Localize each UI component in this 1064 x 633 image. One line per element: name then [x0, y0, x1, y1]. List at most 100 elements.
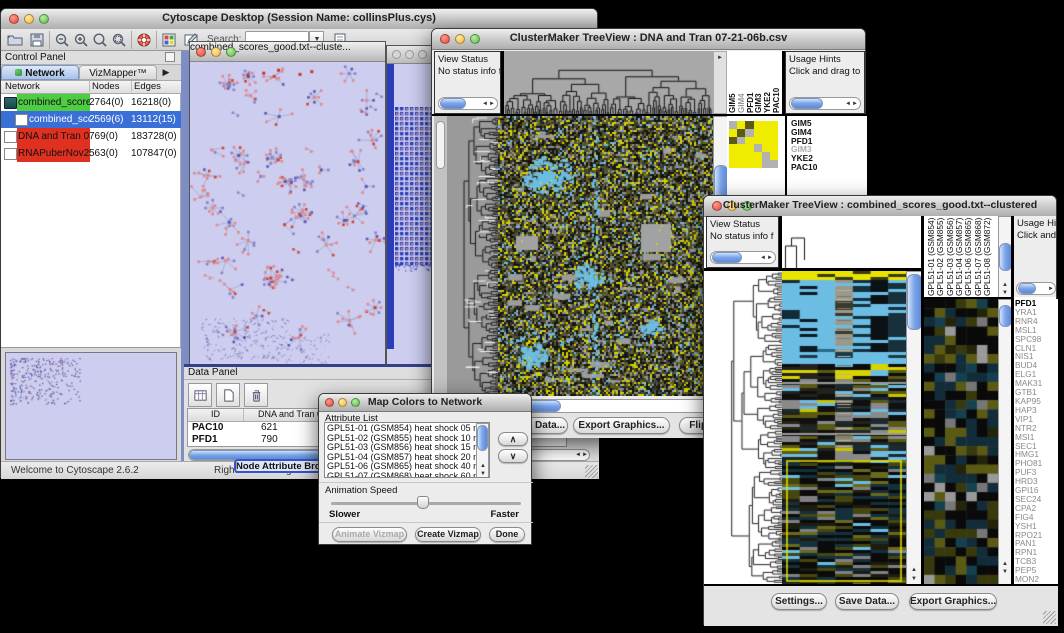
tv1-matrix-cell[interactable]: [745, 144, 753, 152]
tv1-matrix-cell[interactable]: [737, 160, 745, 168]
tv1-matrix-cell[interactable]: [754, 160, 762, 168]
tv2-gene-label[interactable]: BUD4: [1015, 361, 1058, 370]
col-network[interactable]: Network: [5, 81, 85, 92]
tv2-gene-label[interactable]: CLN1: [1015, 344, 1058, 353]
tv1-matrix-cell[interactable]: [737, 152, 745, 160]
scroll-right-icon[interactable]: ►: [1048, 286, 1054, 292]
scroll-left-icon[interactable]: ◄: [575, 452, 581, 458]
tv2-gene-label[interactable]: RPN1: [1015, 548, 1058, 557]
tv2-resize-grip[interactable]: [1043, 611, 1056, 624]
network-grid-canvas[interactable]: [395, 107, 435, 272]
save-session-icon[interactable]: [29, 32, 45, 48]
export-graphics-button[interactable]: Export Graphics...: [909, 593, 997, 610]
attribute-list-item[interactable]: GPL51-01 (GSM854) heat shock 05 min: [325, 424, 489, 434]
attribute-listbox[interactable]: GPL51-01 (GSM854) heat shock 05 minGPL51…: [324, 422, 490, 478]
tv1-matrix-cell[interactable]: [754, 129, 762, 137]
attribute-list-vscrollbar[interactable]: ▲ ▼: [476, 423, 489, 478]
col-nodes[interactable]: Nodes: [89, 81, 132, 92]
tv2-gene-label[interactable]: RPO21: [1015, 531, 1058, 540]
tv1-matrix-cell[interactable]: [729, 137, 737, 145]
scroll-right-icon[interactable]: ►: [582, 452, 588, 458]
network-list-row[interactable]: DNA and Tran 07769(0)183728(0): [1, 128, 181, 145]
float-panel-icon[interactable]: [165, 52, 175, 62]
scroll-right-icon[interactable]: ►: [852, 101, 858, 107]
tv2-gene-label[interactable]: CPA2: [1015, 504, 1058, 513]
tv1-matrix-cell[interactable]: [754, 152, 762, 160]
zoom-window-icon[interactable]: [418, 50, 427, 59]
save-data-button[interactable]: Save Data...: [835, 593, 899, 610]
tv2-gene-label[interactable]: MSI1: [1015, 433, 1058, 442]
attribute-list-item[interactable]: GPL51-06 (GSM865) heat shock 40 min: [325, 462, 489, 472]
tv2-gene-label[interactable]: SPC98: [1015, 335, 1058, 344]
minimize-icon[interactable]: [405, 50, 414, 59]
tv2-gene-label[interactable]: PHO81: [1015, 459, 1058, 468]
tv1-column-dendrogram[interactable]: [504, 51, 713, 114]
tv2-gene-label[interactable]: MON2: [1015, 575, 1058, 584]
network-overview-thumbnail[interactable]: [5, 352, 177, 460]
tv2-gene-label[interactable]: MSL1: [1015, 326, 1058, 335]
tv1-matrix-cell[interactable]: [737, 121, 745, 129]
tv2-gene-label[interactable]: RNR4: [1015, 317, 1058, 326]
minimize-icon[interactable]: [211, 47, 221, 57]
zoom-in-icon[interactable]: [73, 32, 89, 48]
tv1-zoom-matrix[interactable]: [729, 121, 779, 168]
tv2-gene-label[interactable]: GPI16: [1015, 486, 1058, 495]
scroll-up-icon[interactable]: ▲: [911, 567, 917, 573]
tv2-gene-label[interactable]: TCB3: [1015, 557, 1058, 566]
tv2-gene-label[interactable]: HMG1: [1015, 450, 1058, 459]
network-name[interactable]: DNA and Tran 07: [17, 128, 90, 145]
scroll-left-icon[interactable]: ◄: [845, 101, 851, 107]
attribute-list-item[interactable]: GPL51-04 (GSM857) heat shock 20 min: [325, 453, 489, 463]
tv2-gene-label[interactable]: GTB1: [1015, 388, 1058, 397]
tv1-matrix-cell[interactable]: [745, 137, 753, 145]
scroll-right-icon[interactable]: ►: [717, 55, 723, 61]
tv1-matrix-cell[interactable]: [729, 160, 737, 168]
new-attribute-icon[interactable]: [216, 383, 240, 407]
network-list-row[interactable]: RNAPuberNov2+563(0)107847(0): [1, 145, 181, 162]
scroll-down-icon[interactable]: ▼: [480, 471, 486, 477]
network-list-row[interactable]: combined_scores2764(0)16218(0): [1, 94, 181, 111]
attribute-select-icon[interactable]: [188, 383, 212, 407]
scroll-right-icon[interactable]: ►: [489, 101, 495, 107]
open-file-icon[interactable]: [7, 32, 23, 48]
tv1-matrix-cell[interactable]: [729, 129, 737, 137]
tv2-gene-label[interactable]: HRD3: [1015, 477, 1058, 486]
scroll-left-icon[interactable]: ◄: [482, 101, 488, 107]
attribute-list-item[interactable]: GPL51-03 (GSM856) heat shock 15 min: [325, 443, 489, 453]
tv1-matrix-cell[interactable]: [737, 137, 745, 145]
delete-attribute-icon[interactable]: [244, 383, 268, 407]
tv1-matrix-cell[interactable]: [729, 144, 737, 152]
network-list-row[interactable]: combined_sco2569(6)13112(15): [1, 111, 181, 128]
attribute-list-item[interactable]: GPL51-02 (GSM855) heat shock 10 min: [325, 434, 489, 444]
tv1-matrix-cell[interactable]: [745, 121, 753, 129]
close-icon[interactable]: [196, 47, 206, 57]
tv2-gene-label[interactable]: YRA1: [1015, 308, 1058, 317]
tv1-matrix-cell[interactable]: [762, 129, 770, 137]
tv1-matrix-cell[interactable]: [770, 121, 778, 129]
tv2-gene-label[interactable]: KAP95: [1015, 397, 1058, 406]
tab-overflow-icon[interactable]: ▶: [157, 65, 175, 80]
dialog-titlebar[interactable]: Map Colors to Network: [319, 394, 531, 412]
vizmapper-icon[interactable]: [161, 32, 177, 48]
tv1-gene-label[interactable]: PAC10: [791, 163, 861, 172]
tv2-gene-label[interactable]: NIS1: [1015, 352, 1058, 361]
tv2-gene-label[interactable]: PAN1: [1015, 539, 1058, 548]
tv2-gene-label[interactable]: PFD1: [1015, 299, 1058, 308]
tv2-gene-label[interactable]: PUF3: [1015, 468, 1058, 477]
tv2-gene-label[interactable]: NTR2: [1015, 424, 1058, 433]
slider-thumb[interactable]: [417, 496, 429, 509]
tv2-gene-label[interactable]: VIP1: [1015, 415, 1058, 424]
id-column-header[interactable]: ID: [188, 409, 244, 421]
tv2-gene-label[interactable]: MAK31: [1015, 379, 1058, 388]
done-button[interactable]: Done: [489, 527, 525, 542]
tv1-matrix-cell[interactable]: [737, 129, 745, 137]
treeview2-titlebar[interactable]: ClusterMaker TreeView : combined_scores_…: [704, 196, 1056, 217]
tv1-matrix-cell[interactable]: [729, 121, 737, 129]
scroll-up-icon[interactable]: ▲: [1002, 282, 1008, 288]
scroll-right-icon[interactable]: ►: [767, 255, 773, 261]
tv1-matrix-cell[interactable]: [754, 137, 762, 145]
tv1-matrix-cell[interactable]: [762, 144, 770, 152]
move-up-button[interactable]: ∧: [498, 432, 528, 446]
tv2-gene-label[interactable]: ELG1: [1015, 370, 1058, 379]
tv2-gene-label[interactable]: HAP3: [1015, 406, 1058, 415]
